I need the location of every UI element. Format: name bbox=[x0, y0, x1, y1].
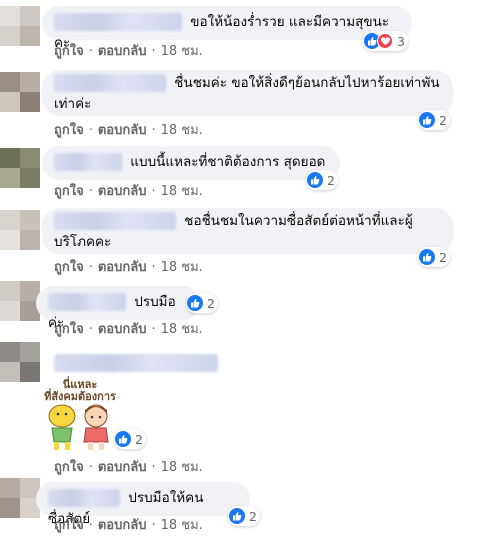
reply-button[interactable]: ตอบกลับ bbox=[98, 123, 147, 138]
author-name[interactable] bbox=[48, 293, 126, 311]
timestamp[interactable]: 18 ชม. bbox=[161, 44, 203, 59]
comment-text: แบบนี้แหละที่ชาติต้องการ สุดยอด bbox=[130, 154, 326, 170]
comment-actions: ถูกใจ · ตอบกลับ · 18 ชม. bbox=[54, 44, 203, 59]
like-button[interactable]: ถูกใจ bbox=[54, 123, 84, 138]
like-icon bbox=[187, 295, 203, 311]
reply-button[interactable]: ตอบกลับ bbox=[98, 322, 147, 337]
avatar[interactable] bbox=[0, 478, 40, 518]
like-button[interactable]: ถูกใจ bbox=[54, 518, 84, 533]
reaction-count: 2 bbox=[135, 431, 143, 447]
author-name[interactable] bbox=[54, 212, 176, 230]
reaction-summary[interactable]: 3 bbox=[363, 31, 408, 51]
author-name[interactable] bbox=[54, 13, 182, 31]
reply-button[interactable]: ตอบกลับ bbox=[98, 184, 147, 199]
reply-button[interactable]: ตอบกลับ bbox=[98, 260, 147, 275]
author-name[interactable] bbox=[48, 489, 120, 507]
author-name[interactable] bbox=[54, 153, 122, 171]
timestamp[interactable]: 18 ชม. bbox=[161, 184, 203, 199]
like-icon bbox=[229, 508, 245, 524]
like-icon bbox=[115, 431, 131, 447]
reaction-count: 2 bbox=[327, 172, 335, 188]
avatar[interactable] bbox=[0, 342, 40, 382]
avatar[interactable] bbox=[0, 281, 40, 321]
reaction-count: 2 bbox=[207, 295, 215, 311]
reaction-summary[interactable]: 2 bbox=[306, 170, 338, 190]
like-button[interactable]: ถูกใจ bbox=[54, 44, 84, 59]
like-icon bbox=[419, 112, 435, 128]
timestamp[interactable]: 18 ชม. bbox=[161, 123, 203, 138]
reply-button[interactable]: ตอบกลับ bbox=[98, 460, 147, 475]
reaction-count: 2 bbox=[439, 112, 447, 128]
heart-icon bbox=[377, 33, 393, 49]
reaction-summary[interactable]: 2 bbox=[418, 247, 450, 267]
comment-actions: ถูกใจ · ตอบกลับ · 18 ชม. bbox=[54, 460, 203, 475]
like-button[interactable]: ถูกใจ bbox=[54, 322, 84, 337]
comment-actions: ถูกใจ · ตอบกลับ · 18 ชม. bbox=[54, 260, 203, 275]
svg-text:ที่สังคมต้องการ: ที่สังคมต้องการ bbox=[44, 388, 116, 403]
avatar[interactable] bbox=[0, 6, 40, 46]
reaction-count: 2 bbox=[439, 249, 447, 265]
comment-actions: ถูกใจ · ตอบกลับ · 18 ชม. bbox=[54, 322, 203, 337]
avatar[interactable] bbox=[0, 72, 40, 112]
like-icon bbox=[419, 249, 435, 265]
author-name[interactable] bbox=[54, 354, 218, 372]
reaction-summary[interactable]: 2 bbox=[186, 293, 218, 313]
reaction-summary[interactable]: 2 bbox=[418, 110, 450, 130]
reaction-summary[interactable]: 2 bbox=[228, 506, 260, 526]
comment-bubble: ปรบมือค่ะ bbox=[36, 286, 200, 331]
timestamp[interactable]: 18 ชม. bbox=[161, 260, 203, 275]
reply-button[interactable]: ตอบกลับ bbox=[98, 44, 147, 59]
comment-bubble bbox=[42, 348, 224, 378]
comment-bubble: แบบนี้แหละที่ชาติต้องการ สุดยอด bbox=[42, 146, 340, 180]
like-button[interactable]: ถูกใจ bbox=[54, 460, 84, 475]
timestamp[interactable]: 18 ชม. bbox=[161, 322, 203, 337]
reaction-count: 3 bbox=[397, 33, 405, 49]
reply-button[interactable]: ตอบกลับ bbox=[98, 518, 147, 533]
comment-bubble: ขอให้น้องร่ำรวย และมีความสุขนะคะ bbox=[42, 6, 412, 51]
comment-actions: ถูกใจ · ตอบกลับ · 18 ชม. bbox=[54, 184, 203, 199]
like-button[interactable]: ถูกใจ bbox=[54, 184, 84, 199]
comment-bubble: ชอชื่นชมในความซื่อสัตย์ต่อหน้าที่และผู้บ… bbox=[42, 208, 453, 254]
comment-bubble: ชื่นชมค่ะ ขอให้สิ่งดีๆย้อนกลับไปหาร้อยเท… bbox=[42, 70, 453, 116]
sticker[interactable]: นี่แหละ ที่สังคมต้องการ bbox=[40, 376, 120, 456]
timestamp[interactable]: 18 ชม. bbox=[161, 518, 203, 533]
timestamp[interactable]: 18 ชม. bbox=[161, 460, 203, 475]
avatar[interactable] bbox=[0, 210, 40, 250]
reaction-summary[interactable]: 2 bbox=[114, 429, 146, 449]
author-name[interactable] bbox=[54, 74, 166, 92]
comment-bubble: ปรบมือให้คนซื่อสัตย์ bbox=[36, 482, 250, 527]
comment-actions: ถูกใจ · ตอบกลับ · 18 ชม. bbox=[54, 518, 203, 533]
svg-text:นี่แหละ: นี่แหละ bbox=[63, 376, 98, 391]
comment-actions: ถูกใจ · ตอบกลับ · 18 ชม. bbox=[54, 123, 203, 138]
avatar[interactable] bbox=[0, 148, 40, 188]
like-icon bbox=[307, 172, 323, 188]
like-button[interactable]: ถูกใจ bbox=[54, 260, 84, 275]
reaction-count: 2 bbox=[249, 508, 257, 524]
